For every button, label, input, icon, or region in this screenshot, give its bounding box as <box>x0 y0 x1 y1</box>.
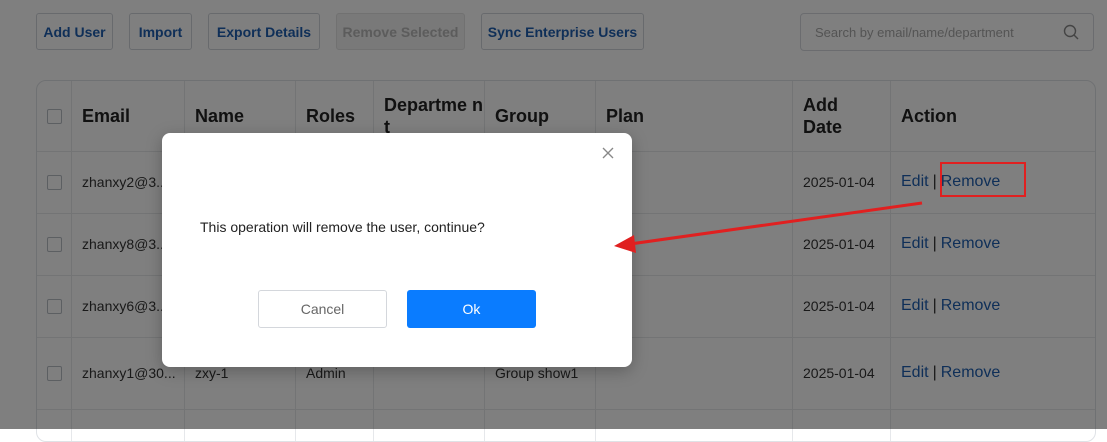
annotation-highlight-box <box>940 162 1026 197</box>
close-icon[interactable] <box>600 145 616 161</box>
ok-button[interactable]: Ok <box>407 290 536 328</box>
user-management-page: Add User Import Export Details Remove Se… <box>0 0 1107 442</box>
dialog-message: This operation will remove the user, con… <box>200 219 485 235</box>
cancel-button[interactable]: Cancel <box>258 290 387 328</box>
confirm-dialog: This operation will remove the user, con… <box>162 133 632 367</box>
